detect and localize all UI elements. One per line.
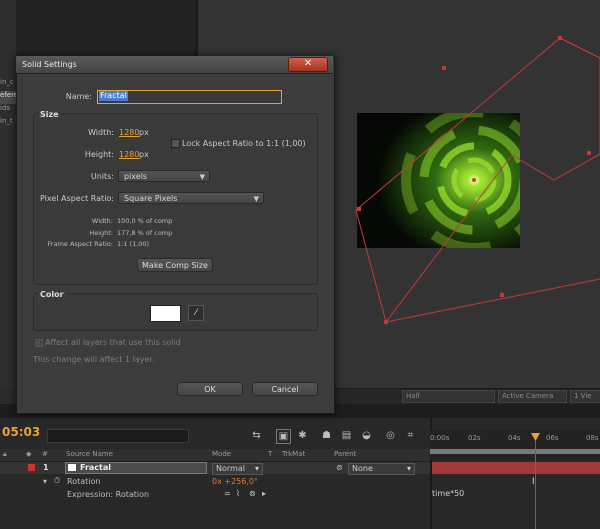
pixel-aspect-label: Pixel Aspect Ratio: <box>40 194 114 203</box>
project-items: in_c efere ids in_t <box>0 78 16 130</box>
parent-select[interactable]: None ▾ <box>348 463 415 475</box>
blend-mode-select[interactable]: Normal ▾ <box>212 463 263 475</box>
units-value: pixels <box>124 172 148 181</box>
expression-enable-icon[interactable]: = <box>224 489 231 498</box>
close-icon: ✕ <box>303 58 313 69</box>
name-label: Name: <box>65 92 92 101</box>
info-frame-aspect-value: 1:1 (1,00) <box>117 240 150 248</box>
ok-button[interactable]: OK <box>177 382 243 396</box>
ruler-tick-label: 0:00s <box>430 434 450 442</box>
graph-editor-icon[interactable]: ⌗ <box>404 429 417 442</box>
chevron-down-icon: ▾ <box>406 464 411 473</box>
project-item[interactable]: in_t <box>0 117 16 130</box>
column-mode: Mode <box>212 450 232 458</box>
brainstorm-icon[interactable]: ◎ <box>384 429 397 442</box>
project-item[interactable]: in_c <box>0 78 16 91</box>
expression-label: Expression: Rotation <box>67 490 150 499</box>
column-parent: Parent <box>334 450 357 458</box>
info-width-value: 100,0 % of comp <box>117 217 173 225</box>
height-label: Height: <box>84 150 114 159</box>
resolution-select[interactable]: Half <box>402 390 495 403</box>
width-unit: px <box>139 128 149 137</box>
project-item[interactable]: ids <box>0 104 16 117</box>
composition-mini-flowchart-icon[interactable]: ⇆ <box>250 429 263 442</box>
lock-column-icon: 🔒︎ <box>3 450 7 458</box>
camera-select[interactable]: Active Camera <box>498 390 567 403</box>
shy-layers-icon[interactable]: ☗ <box>320 429 333 442</box>
units-select[interactable]: pixels ▼ <box>118 170 210 182</box>
chevron-down-icon: ▼ <box>199 173 205 181</box>
layer-number: 1 <box>43 463 49 472</box>
info-frame-aspect-label: Frame Aspect Ratio: <box>47 240 113 248</box>
lock-aspect-checkbox[interactable] <box>171 139 180 148</box>
current-time-display[interactable]: 05:03 <box>2 425 40 439</box>
affect-note: This change will affect 1 layer. <box>33 355 155 364</box>
parent-value: None <box>352 464 373 473</box>
twirl-open-icon[interactable]: ▾ <box>43 477 47 486</box>
eyedropper-icon[interactable]: ⁄ <box>188 305 204 321</box>
make-comp-size-button[interactable]: Make Comp Size <box>137 258 213 272</box>
lock-aspect-label: Lock Aspect Ratio to 1:1 (1,00) <box>182 139 306 148</box>
timeline-search-input[interactable] <box>47 429 189 443</box>
units-label: Units: <box>90 172 114 181</box>
height-value[interactable]: 1280 <box>119 150 139 159</box>
timeline-column-header: 🔒︎ ◆ # Source Name Mode T TrkMat Parent <box>0 449 430 462</box>
expression-pickwhip-icon[interactable]: ⊚ <box>249 489 256 498</box>
info-height-label: Height: <box>89 229 113 237</box>
label-column-icon: ◆ <box>26 450 32 458</box>
affect-all-checkbox[interactable]: ✓ <box>35 339 43 347</box>
dialog-title: Solid Settings <box>22 60 77 69</box>
layer-label-color[interactable] <box>28 464 35 471</box>
project-item[interactable]: efere <box>0 91 16 104</box>
info-width-label: Width: <box>91 217 113 225</box>
draft-3d-icon[interactable]: ✱ <box>296 429 309 442</box>
cancel-button[interactable]: Cancel <box>252 382 318 396</box>
ruler-tick-label: 02s <box>468 434 481 442</box>
views-select[interactable]: 1 Vie <box>570 390 600 403</box>
column-num: # <box>42 450 48 458</box>
affect-all-label: Affect all layers that use this solid <box>45 338 181 347</box>
ruler-tick-label: 08s <box>586 434 599 442</box>
width-label: Width: <box>88 128 114 137</box>
blend-mode-value: Normal <box>216 464 245 473</box>
layer-duration-bar[interactable] <box>432 462 600 474</box>
size-group-title: Size <box>38 110 61 119</box>
color-swatch[interactable] <box>150 305 181 322</box>
column-trkmat: TrkMat <box>282 450 306 458</box>
project-list <box>0 0 16 388</box>
solid-swatch-icon <box>68 464 76 471</box>
ruler-tick-label: 06s <box>546 434 559 442</box>
column-source-name: Source Name <box>66 450 113 458</box>
width-value[interactable]: 1280 <box>119 128 139 137</box>
ruler-tick-label: 04s <box>508 434 521 442</box>
chevron-down-icon: ▼ <box>253 195 259 203</box>
info-height-value: 177,8 % of comp <box>117 229 173 237</box>
current-time-indicator[interactable] <box>535 436 536 529</box>
expression-language-menu-icon[interactable]: ▸ <box>262 489 266 498</box>
pixel-aspect-select[interactable]: Square Pixels ▼ <box>118 192 264 204</box>
stopwatch-icon[interactable]: ⏱ <box>54 476 60 486</box>
time-ruler[interactable]: 0:00s 02s 04s 06s 08s <box>430 430 600 460</box>
color-group-title: Color <box>38 290 66 299</box>
layer-name[interactable]: Fractal <box>65 462 207 474</box>
pick-whip-icon[interactable]: ⊚ <box>336 463 343 472</box>
close-button[interactable]: ✕ <box>288 57 328 72</box>
frame-blending-icon[interactable]: ▤ <box>340 429 353 442</box>
work-area-bar[interactable] <box>430 449 600 454</box>
expression-text[interactable]: time*50 <box>432 489 464 498</box>
rotation-value[interactable]: 0x +256,0° <box>212 477 258 486</box>
height-unit: px <box>139 150 149 159</box>
motion-blur-icon[interactable]: ◒ <box>360 429 373 442</box>
name-input-value: Fractal <box>99 91 128 101</box>
rotation-property-label: Rotation <box>67 477 101 486</box>
live-update-icon[interactable]: ▣ <box>276 429 291 444</box>
pixel-aspect-value: Square Pixels <box>124 194 178 203</box>
expression-graph-icon[interactable]: ⌇ <box>236 489 240 498</box>
column-t: T <box>268 450 273 458</box>
chevron-down-icon: ▾ <box>254 464 259 473</box>
